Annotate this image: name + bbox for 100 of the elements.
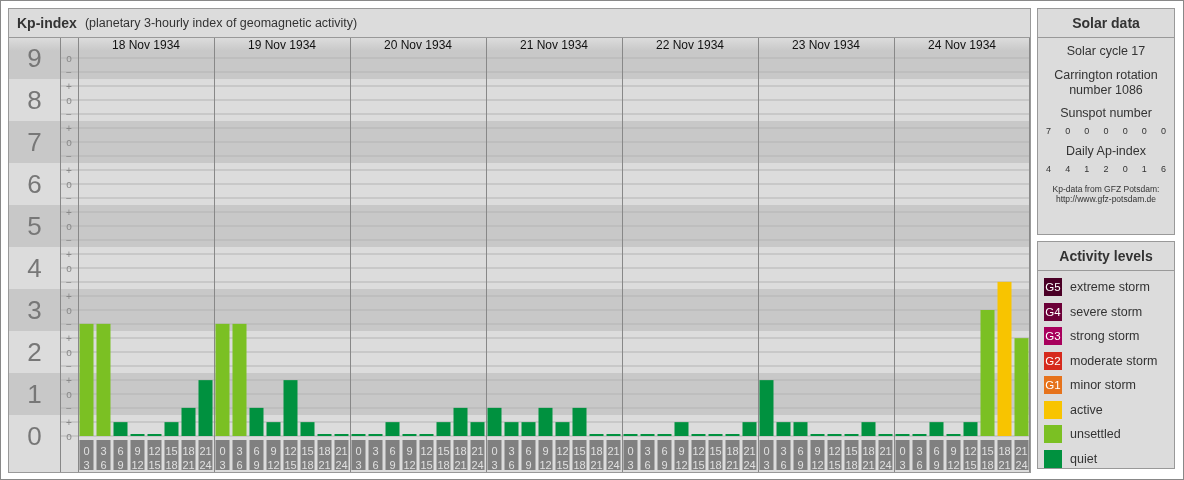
x-tick-label: 21 24 [335, 445, 348, 471]
ap-index-heading: Daily Ap-index [1066, 144, 1146, 158]
x-tick-label: 21 24 [1015, 445, 1028, 471]
x-tick-label: 0 3 [355, 445, 362, 471]
level-swatch: G2 [1044, 351, 1062, 370]
level-swatch: G5 [1044, 278, 1062, 296]
axis-label: 5 [27, 211, 42, 241]
x-tick-label: 6 9 [253, 445, 260, 471]
x-tick-label: 0 3 [83, 445, 90, 471]
hour-label: 3 6 [640, 440, 655, 471]
x-tick-label: 15 18 [845, 445, 858, 471]
hour-label: 0 3 [759, 440, 774, 471]
kp-bar [198, 380, 213, 436]
tick-label: o [66, 94, 72, 106]
panel-title: Activity levels [1038, 242, 1174, 271]
kp-bar [436, 422, 451, 436]
tick-label: + [66, 332, 72, 344]
hour-label: 3 6 [232, 440, 247, 471]
x-tick-label: 0 3 [219, 445, 226, 471]
x-tick-label: 15 18 [981, 445, 994, 471]
x-tick-label: 9 12 [267, 445, 280, 471]
hour-label: 15 18 [436, 440, 451, 471]
x-tick-label: 18 21 [318, 445, 331, 471]
x-tick-label: 0 3 [899, 445, 906, 471]
kp-bar [963, 422, 978, 436]
level-swatch: G1 [1044, 376, 1062, 394]
sunspot-value: 0 [1065, 126, 1071, 136]
sunspot-value: 0 [1122, 126, 1128, 136]
legend-label: quiet [1070, 451, 1098, 466]
x-tick-label: 6 9 [525, 445, 532, 471]
hour-label: 12 15 [147, 440, 162, 471]
hour-label: 12 15 [691, 440, 706, 471]
hour-label: 6 9 [521, 440, 536, 471]
x-tick-label: 6 9 [797, 445, 804, 471]
kp-bar [453, 407, 468, 436]
hour-label: 18 21 [861, 440, 876, 471]
x-tick-label: 3 6 [916, 445, 923, 471]
kp-bar [283, 380, 298, 436]
x-tick-label: 3 6 [644, 445, 651, 471]
x-tick-label: 15 18 [437, 445, 450, 471]
tick-label: + [66, 416, 72, 428]
x-tick-label: 9 12 [811, 445, 824, 471]
tick-label: + [66, 80, 72, 92]
hour-label: 6 9 [657, 440, 672, 471]
hour-label: 12 15 [555, 440, 570, 471]
kp-bar [793, 422, 808, 436]
ap-index-value: 1 [1141, 164, 1147, 174]
level-swatch: G4 [1044, 302, 1062, 321]
kp-bar [861, 422, 876, 436]
hour-label: 3 6 [504, 440, 519, 471]
date-label: 20 Nov 1934 [383, 38, 453, 52]
kp-bar [929, 422, 944, 436]
date-label: 23 Nov 1934 [791, 38, 861, 52]
hour-label: 21 24 [334, 440, 349, 471]
x-tick-label: 12 15 [148, 445, 161, 471]
hour-label: 6 9 [249, 440, 264, 471]
tick-label: − [66, 150, 72, 162]
hour-label: 6 9 [385, 440, 400, 471]
axis-label: 1 [27, 379, 42, 409]
ap-index-value: 0 [1122, 164, 1128, 174]
sunspot-heading: Sunspot number [1060, 106, 1152, 120]
hour-label: 12 15 [419, 440, 434, 471]
kp-bar [521, 422, 536, 436]
legend-label: active [1070, 402, 1103, 417]
date-label: 19 Nov 1934 [247, 38, 317, 52]
kp-bar [759, 380, 774, 436]
kp-bar [181, 407, 196, 436]
kp-bar [113, 422, 128, 436]
x-tick-label: 12 15 [964, 445, 977, 471]
tick-label: o [66, 430, 72, 442]
ap-index-value: 4 [1065, 164, 1071, 174]
x-tick-label: 15 18 [301, 445, 314, 471]
tick-label: − [66, 108, 72, 120]
hour-label: 6 9 [113, 440, 128, 471]
ap-index-value: 2 [1103, 164, 1109, 174]
tick-label: − [66, 318, 72, 330]
tick-label: o [66, 262, 72, 274]
x-tick-label: 15 18 [165, 445, 178, 471]
kp-bar [538, 407, 553, 436]
x-tick-label: 18 21 [454, 445, 467, 471]
carrington-rotation: Carrington rotation number 1086 [1053, 68, 1159, 98]
tick-label: + [66, 290, 72, 302]
hour-label: 3 6 [96, 440, 111, 471]
kp-bar [249, 407, 264, 436]
ap-index-value: 4 [1046, 164, 1051, 174]
panel-subtitle: (planetary 3-hourly index of geomagnetic activity) [84, 16, 358, 30]
hour-label: 9 12 [266, 440, 281, 471]
x-tick-label: 21 24 [879, 445, 892, 471]
hour-label: 18 21 [317, 440, 332, 471]
x-tick-label: 18 21 [998, 445, 1011, 471]
panel-title: Kp-index [17, 15, 77, 31]
axis-label: 4 [27, 253, 42, 283]
x-tick-label: 21 24 [743, 445, 756, 471]
hour-label: 21 24 [1014, 440, 1029, 471]
tick-label: − [66, 234, 72, 246]
kp-bar [674, 422, 689, 436]
date-label: 24 Nov 1934 [927, 38, 997, 52]
x-tick-label: 21 24 [607, 445, 620, 471]
kp-bar [776, 422, 791, 436]
x-tick-label: 9 12 [675, 445, 688, 471]
